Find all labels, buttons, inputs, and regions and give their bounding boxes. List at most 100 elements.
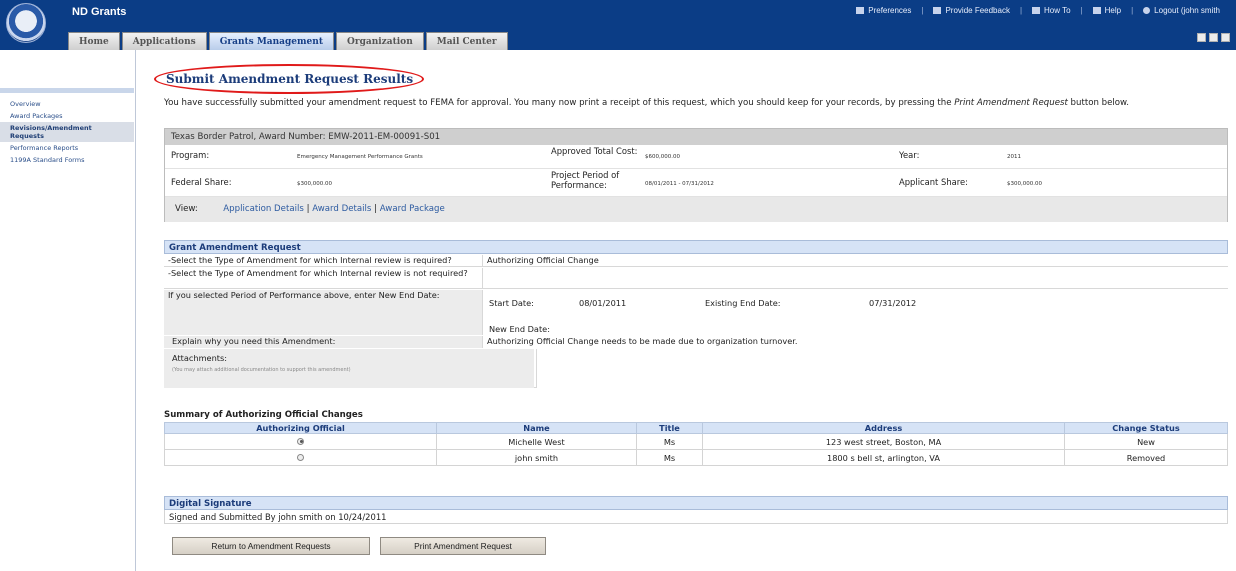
- help-link[interactable]: Help: [1087, 6, 1127, 15]
- column-header: Address: [702, 422, 1065, 434]
- sidebar-item-1199a-standard-forms[interactable]: 1199A Standard Forms: [0, 154, 134, 166]
- existing-end-date-label: Existing End Date:: [705, 298, 781, 308]
- page-title: Submit Amendment Request Results: [166, 72, 414, 86]
- program-value: Emergency Management Performance Grants: [297, 154, 423, 160]
- authorizing-official-summary: Summary of Authorizing Official Changes …: [164, 410, 1228, 466]
- start-date-label: Start Date:: [489, 298, 534, 308]
- tab-mail-center[interactable]: Mail Center: [425, 32, 508, 50]
- explain-value: Authorizing Official Change needs to be …: [482, 336, 1228, 348]
- tab-home[interactable]: Home: [68, 32, 120, 50]
- attachments-label-cell: Attachments: (You may attach additional …: [164, 349, 534, 388]
- app-header: ND Grants Preferences | Provide Feedback…: [0, 0, 1236, 50]
- logout-link[interactable]: Logout (john smith: [1137, 6, 1226, 15]
- award-row-program: Program: Emergency Management Performanc…: [165, 145, 1227, 169]
- attachments-row: Attachments: (You may attach additional …: [164, 348, 1228, 388]
- year-value: 2011: [1007, 154, 1021, 160]
- amendment-type-required-row: -Select the Type of Amendment for which …: [164, 254, 1228, 267]
- sidebar-item-overview[interactable]: Overview: [0, 98, 134, 110]
- amendment-type-not-required-row: -Select the Type of Amendment for which …: [164, 267, 1228, 289]
- minimize-icon[interactable]: [1209, 33, 1218, 42]
- digital-signature-text: Signed and Submitted By john smith on 10…: [164, 510, 1228, 524]
- tab-organization[interactable]: Organization: [336, 32, 424, 50]
- column-header: Authorizing Official: [164, 422, 437, 434]
- authorizing-official-radio[interactable]: [297, 453, 304, 461]
- help-icon: [1092, 7, 1101, 14]
- title-cell: Ms: [636, 433, 703, 450]
- award-package-link[interactable]: Award Package: [380, 204, 445, 214]
- authorizing-official-cell: [164, 433, 437, 450]
- table-row: Michelle West Ms 123 west street, Boston…: [164, 433, 1228, 450]
- explain-row: Explain why you need this Amendment: Aut…: [164, 335, 1228, 348]
- app-name: ND Grants: [72, 6, 127, 18]
- approved-cost-value: $600,000.00: [645, 154, 680, 160]
- attachments-label: Attachments:: [172, 353, 228, 363]
- provide-feedback-link[interactable]: Provide Feedback: [927, 6, 1015, 15]
- award-row-shares: Federal Share: $300,000.00 Project Perio…: [165, 169, 1227, 197]
- authorizing-official-cell: [164, 449, 437, 466]
- sidebar: Overview Award Packages Revisions/Amendm…: [0, 50, 136, 571]
- sidebar-item-performance-reports[interactable]: Performance Reports: [0, 142, 134, 154]
- column-header: Change Status: [1064, 422, 1228, 434]
- project-period-value: 08/01/2011 - 07/31/2012: [645, 181, 714, 187]
- dhs-seal-logo: [6, 3, 46, 43]
- sidebar-item-revisions-amendment-requests[interactable]: Revisions/Amendment Requests: [0, 122, 134, 142]
- feedback-icon: [933, 7, 942, 14]
- preferences-link[interactable]: Preferences: [850, 6, 917, 15]
- main-tabs: Home Applications Grants Management Orga…: [68, 32, 508, 50]
- table-header-row: Authorizing Official Name Title Address …: [164, 422, 1228, 434]
- application-details-link[interactable]: Application Details: [223, 204, 304, 214]
- federal-share-label: Federal Share:: [171, 177, 232, 187]
- digital-signature-section: Digital Signature Signed and Submitted B…: [164, 496, 1228, 524]
- tab-applications[interactable]: Applications: [121, 32, 207, 50]
- award-header: Texas Border Patrol, Award Number: EMW-2…: [165, 129, 1227, 145]
- intro-text: You have successfully submitted your ame…: [164, 98, 1129, 108]
- approved-cost-label: Approved Total Cost:: [551, 146, 638, 156]
- attachments-list: [536, 349, 1228, 388]
- existing-end-date-value: 07/31/2012: [869, 298, 917, 308]
- column-header: Name: [436, 422, 637, 434]
- logout-icon: [1143, 7, 1151, 14]
- digital-signature-header: Digital Signature: [164, 496, 1228, 510]
- applicant-share-label: Applicant Share:: [899, 177, 968, 187]
- top-links: Preferences | Provide Feedback | How To …: [850, 6, 1226, 15]
- award-summary-box: Texas Border Patrol, Award Number: EMW-2…: [164, 128, 1228, 222]
- name-cell: john smith: [436, 449, 637, 466]
- attachments-note: (You may attach additional documentation…: [172, 367, 351, 373]
- amendment-type-required-value: Authorizing Official Change: [482, 255, 1228, 267]
- title-cell: Ms: [636, 449, 703, 466]
- tab-grants-management[interactable]: Grants Management: [208, 32, 334, 50]
- close-icon[interactable]: [1221, 33, 1230, 42]
- name-cell: Michelle West: [436, 433, 637, 450]
- how-to-icon: [1032, 7, 1041, 14]
- year-label: Year:: [899, 150, 920, 160]
- change-status-cell: Removed: [1064, 449, 1228, 466]
- amendment-type-not-required-value: [482, 268, 1228, 289]
- return-to-amendment-requests-button[interactable]: Return to Amendment Requests: [172, 537, 370, 555]
- new-end-date-label: If you selected Period of Performance ab…: [164, 290, 482, 335]
- grant-amendment-section: Grant Amendment Request -Select the Type…: [164, 240, 1228, 388]
- divider: |: [1080, 6, 1083, 15]
- expand-icon[interactable]: [1197, 33, 1206, 42]
- summary-title: Summary of Authorizing Official Changes: [164, 410, 363, 420]
- federal-share-value: $300,000.00: [297, 181, 332, 187]
- authorizing-official-radio[interactable]: [297, 437, 304, 445]
- period-of-performance-values: Start Date: 08/01/2011 Existing End Date…: [482, 290, 1228, 335]
- new-end-date-row: If you selected Period of Performance ab…: [164, 289, 1228, 335]
- sidebar-item-award-packages[interactable]: Award Packages: [0, 110, 134, 122]
- divider: |: [1131, 6, 1134, 15]
- amendment-type-not-required-label: -Select the Type of Amendment for which …: [168, 268, 468, 278]
- how-to-link[interactable]: How To: [1026, 6, 1077, 15]
- divider: |: [921, 6, 924, 15]
- window-controls: [1197, 33, 1230, 42]
- amendment-type-required-label: -Select the Type of Amendment for which …: [168, 255, 452, 265]
- view-links-bar: View: Application Details | Award Detail…: [165, 197, 1227, 222]
- table-row: john smith Ms 1800 s bell st, arlington,…: [164, 449, 1228, 466]
- award-details-link[interactable]: Award Details: [312, 204, 371, 214]
- program-label: Program:: [171, 150, 210, 160]
- divider: |: [1019, 6, 1023, 15]
- column-header: Title: [636, 422, 703, 434]
- summary-table: Authorizing Official Name Title Address …: [164, 422, 1228, 466]
- applicant-share-value: $300,000.00: [1007, 181, 1042, 187]
- view-label: View:: [175, 204, 198, 214]
- print-amendment-request-button[interactable]: Print Amendment Request: [380, 537, 546, 555]
